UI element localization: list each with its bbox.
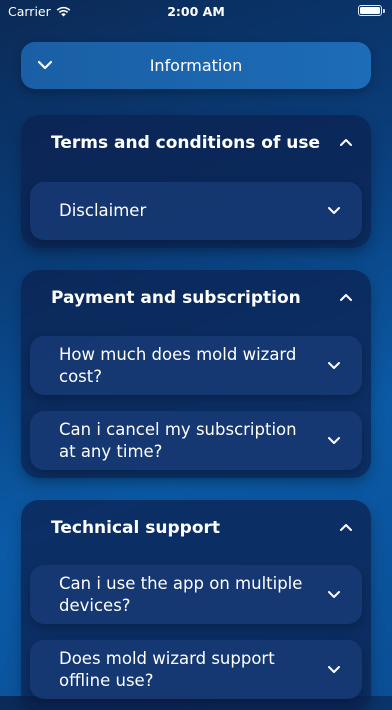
chevron-up-icon[interactable] xyxy=(339,137,353,147)
chevron-up-icon[interactable] xyxy=(339,292,353,302)
information-header[interactable]: Information xyxy=(21,42,371,89)
battery-icon xyxy=(358,5,385,16)
chevron-down-icon xyxy=(327,665,341,675)
section-title: Technical support xyxy=(51,518,221,538)
section-title: Payment and subscription xyxy=(51,288,301,308)
faq-item-label: How much does mold wizard cost? xyxy=(59,344,297,386)
page-title: Information xyxy=(149,56,243,75)
faq-item-label: Disclaimer xyxy=(59,201,147,220)
faq-item-label: Can i cancel my subscription at any time… xyxy=(59,419,297,461)
faq-item-label: Does mold wizard support offline use? xyxy=(59,648,275,690)
faq-item-offline[interactable]: Does mold wizard support offline use? xyxy=(30,640,362,699)
status-bar: Carrier 2:00 AM xyxy=(0,0,392,22)
section-payment: Payment and subscription How much does m… xyxy=(21,270,371,478)
faq-item-disclaimer[interactable]: Disclaimer xyxy=(30,182,362,240)
faq-item-multiple-devices[interactable]: Can i use the app on multiple devices? xyxy=(30,565,362,624)
status-time: 2:00 AM xyxy=(167,4,225,19)
chevron-down-icon xyxy=(327,206,341,216)
chevron-up-icon[interactable] xyxy=(339,522,353,532)
faq-item-cancel[interactable]: Can i cancel my subscription at any time… xyxy=(30,411,362,470)
section-title: Terms and conditions of use xyxy=(51,133,321,153)
section-terms: Terms and conditions of use Disclaimer xyxy=(21,115,371,248)
faq-item-label: Can i use the app on multiple devices? xyxy=(59,573,303,615)
section-technical-support: Technical support Can i use the app on m… xyxy=(21,500,371,710)
faq-item-cost[interactable]: How much does mold wizard cost? xyxy=(30,336,362,395)
chevron-down-icon xyxy=(327,436,341,446)
chevron-down-icon xyxy=(327,590,341,600)
chevron-down-icon xyxy=(327,361,341,371)
